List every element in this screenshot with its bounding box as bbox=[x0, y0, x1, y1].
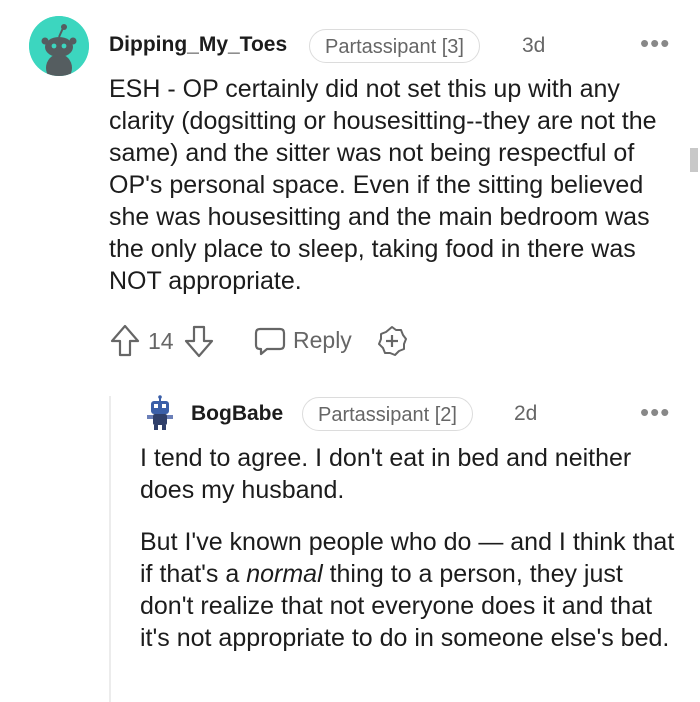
reply-paragraph: But I've known people who do — and I thi… bbox=[140, 526, 680, 654]
reply-username[interactable]: BogBabe bbox=[191, 402, 283, 426]
thread-line[interactable] bbox=[109, 396, 111, 702]
more-options-button[interactable]: ••• bbox=[640, 28, 670, 59]
award-button[interactable] bbox=[376, 325, 408, 357]
user-avatar[interactable] bbox=[29, 16, 89, 76]
reply-time: 2d bbox=[514, 402, 538, 425]
downvote-arrow-icon bbox=[184, 325, 214, 358]
comment-time: 3d bbox=[522, 34, 546, 57]
reply-button[interactable]: Reply bbox=[254, 325, 364, 359]
upvote-arrow-icon bbox=[110, 324, 140, 357]
add-award-icon bbox=[378, 326, 407, 356]
comment-username[interactable]: Dipping_My_Toes bbox=[109, 33, 287, 57]
reply-paragraph: I tend to agree. I don't eat in bed and … bbox=[140, 444, 632, 504]
speech-bubble-icon bbox=[254, 327, 286, 356]
reply-label: Reply bbox=[293, 327, 352, 353]
reply-user-flair: Partassipant [2] bbox=[302, 397, 473, 431]
reply-more-options-button[interactable]: ••• bbox=[640, 397, 670, 428]
scrollbar-thumb[interactable] bbox=[690, 148, 698, 172]
reply-user-avatar[interactable] bbox=[142, 395, 178, 431]
user-flair: Partassipant [3] bbox=[309, 29, 480, 63]
upvote-button[interactable] bbox=[110, 324, 140, 358]
downvote-button[interactable] bbox=[184, 324, 214, 358]
snoo-avatar-icon bbox=[29, 16, 89, 76]
vote-count: 14 bbox=[148, 328, 174, 354]
robot-avatar-icon bbox=[147, 395, 173, 430]
reply-body: I tend to agree. I don't eat in bed and … bbox=[140, 442, 680, 654]
reply-emphasis: normal bbox=[246, 560, 323, 588]
comment-body: ESH - OP certainly did not set this up w… bbox=[109, 75, 657, 295]
